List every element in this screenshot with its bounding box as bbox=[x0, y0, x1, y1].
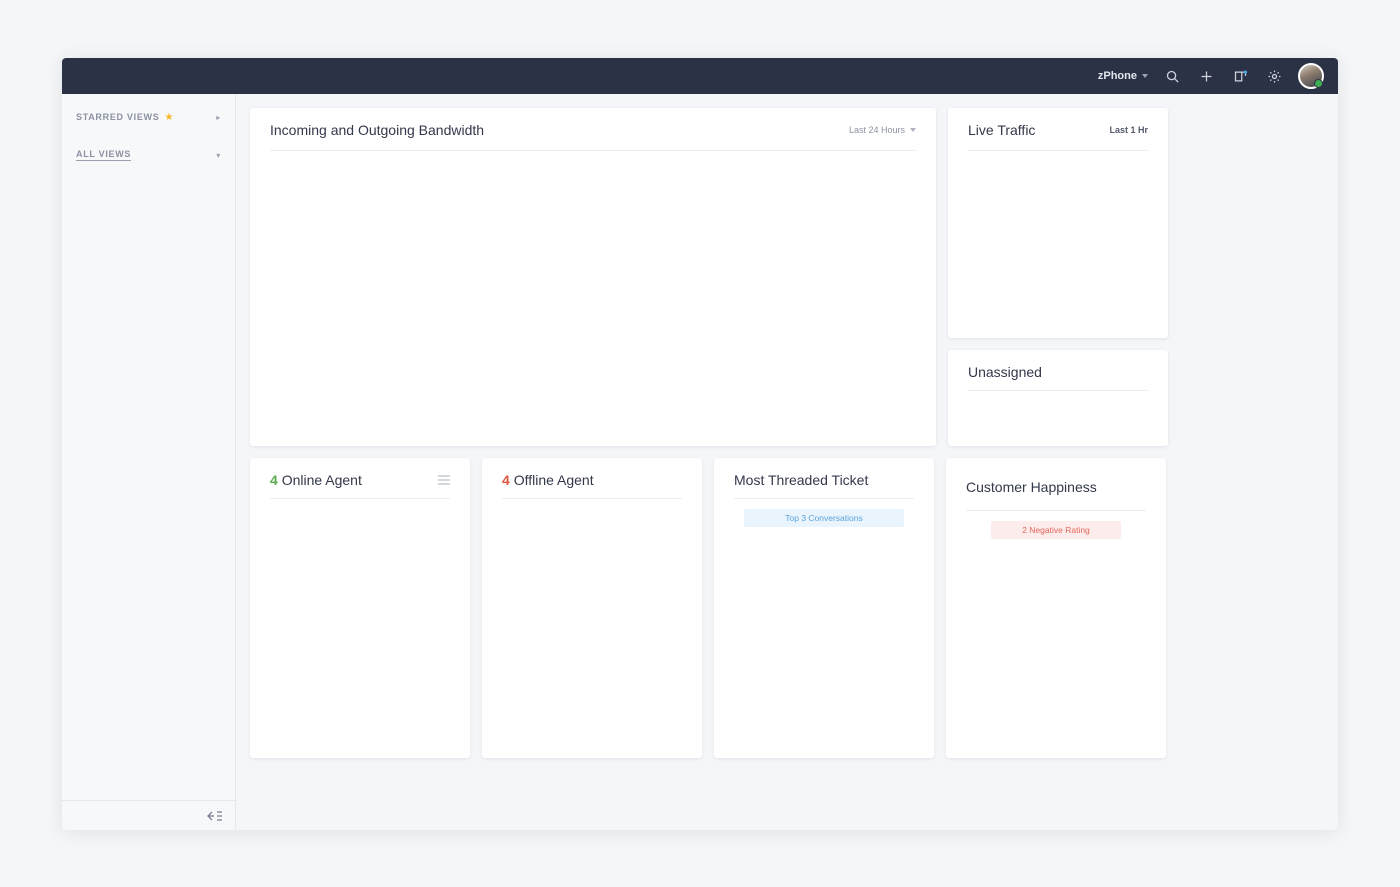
dashboard-main: Incoming and Outgoing Bandwidth Last 24 … bbox=[236, 94, 1338, 830]
chevron-down-icon: ▾ bbox=[216, 150, 221, 160]
live-traffic-header: Live Traffic Last 1 Hr bbox=[948, 108, 1168, 150]
top-conversations-badge: Top 3 Conversations bbox=[744, 509, 904, 527]
offline-agent-label: Offline Agent bbox=[513, 472, 594, 488]
chevron-down-icon bbox=[1142, 74, 1148, 78]
unassigned-title: Unassigned bbox=[968, 364, 1042, 380]
top-nav-actions: zPhone bbox=[1098, 58, 1338, 94]
online-agent-header: 4 Online Agent bbox=[250, 458, 470, 498]
divider bbox=[270, 498, 450, 499]
sidebar-views-list bbox=[62, 170, 235, 174]
top-navigation-bar: zPhone bbox=[62, 58, 1338, 94]
unassigned-stats bbox=[948, 391, 1168, 404]
bandwidth-legend bbox=[250, 151, 936, 167]
divider bbox=[734, 498, 914, 499]
brand-selector-label: zPhone bbox=[1097, 70, 1137, 82]
sidebar-collapse-button[interactable] bbox=[62, 800, 235, 830]
add-icon[interactable] bbox=[1196, 66, 1216, 86]
online-agent-title: 4 Online Agent bbox=[270, 472, 362, 488]
sidebar-starred-views-header[interactable]: STARRED VIEWS ★ ▸ bbox=[62, 102, 235, 132]
unassigned-card: Unassigned bbox=[948, 350, 1168, 446]
right-column: Live Traffic Last 1 Hr Unassigned bbox=[948, 108, 1168, 446]
most-threaded-header: Most Threaded Ticket bbox=[714, 458, 934, 498]
live-traffic-range-label: Last 1 Hr bbox=[1109, 125, 1148, 135]
all-views-label: ALL VIEWS bbox=[76, 149, 132, 161]
offline-agent-header: 4 Offline Agent bbox=[482, 458, 702, 498]
brand-selector[interactable]: zPhone bbox=[1098, 70, 1148, 82]
dashboard-top-row: Incoming and Outgoing Bandwidth Last 24 … bbox=[250, 108, 1324, 446]
live-traffic-title: Live Traffic bbox=[968, 122, 1036, 138]
customer-happiness-title: Customer Happiness bbox=[966, 479, 1097, 495]
divider bbox=[966, 510, 1146, 511]
online-agent-card: 4 Online Agent bbox=[250, 458, 470, 758]
gear-icon[interactable] bbox=[1264, 66, 1284, 86]
bandwidth-chart-title: Incoming and Outgoing Bandwidth bbox=[270, 122, 485, 138]
online-agent-count: 4 bbox=[270, 472, 278, 488]
dashboard-bottom-row: 4 Online Agent 4 Offline Agent Most Thre… bbox=[250, 458, 1324, 758]
notifications-icon[interactable] bbox=[1230, 66, 1250, 86]
sidebar: STARRED VIEWS ★ ▸ ALL VIEWS ▾ bbox=[62, 94, 236, 830]
app-body: STARRED VIEWS ★ ▸ ALL VIEWS ▾ Incoming a… bbox=[62, 94, 1338, 830]
bandwidth-chart-card: Incoming and Outgoing Bandwidth Last 24 … bbox=[250, 108, 936, 446]
bandwidth-x-axis-labels bbox=[250, 169, 936, 205]
collapse-icon bbox=[207, 810, 222, 821]
star-icon: ★ bbox=[164, 111, 175, 123]
negative-rating-badge: 2 Negative Rating bbox=[991, 521, 1121, 539]
chevron-right-icon: ▸ bbox=[216, 112, 221, 122]
live-traffic-card: Live Traffic Last 1 Hr bbox=[948, 108, 1168, 338]
app-window: zPhone STARRED VIEWS ★ ▸ ALL VIEWS ▾ Inc… bbox=[62, 58, 1338, 830]
bandwidth-chart-header: Incoming and Outgoing Bandwidth Last 24 … bbox=[250, 108, 936, 150]
online-agent-menu-button[interactable] bbox=[438, 475, 450, 485]
bandwidth-range-selector[interactable]: Last 24 Hours bbox=[849, 125, 916, 135]
customer-happiness-card: Customer Happiness 2 Negative Rating bbox=[946, 458, 1166, 758]
bandwidth-range-label: Last 24 Hours bbox=[848, 125, 905, 135]
search-icon[interactable] bbox=[1162, 66, 1182, 86]
starred-views-label: STARRED VIEWS bbox=[76, 112, 160, 122]
most-threaded-title: Most Threaded Ticket bbox=[734, 472, 869, 488]
offline-agent-card: 4 Offline Agent bbox=[482, 458, 702, 758]
sidebar-all-views-header[interactable]: ALL VIEWS ▾ bbox=[62, 140, 235, 170]
chevron-down-icon bbox=[910, 128, 916, 132]
customer-happiness-header: Customer Happiness bbox=[946, 458, 1166, 510]
live-traffic-range: Last 1 Hr bbox=[1109, 125, 1148, 135]
divider bbox=[968, 150, 1148, 151]
avatar[interactable] bbox=[1298, 63, 1324, 89]
most-threaded-ticket-card: Most Threaded Ticket Top 3 Conversations bbox=[714, 458, 934, 758]
unassigned-header: Unassigned bbox=[948, 350, 1168, 390]
online-agent-label: Online Agent bbox=[281, 472, 362, 488]
happiness-score-ring bbox=[1116, 472, 1146, 502]
divider bbox=[502, 498, 682, 499]
offline-agent-count: 4 bbox=[502, 472, 510, 488]
offline-agent-title: 4 Offline Agent bbox=[502, 472, 594, 488]
